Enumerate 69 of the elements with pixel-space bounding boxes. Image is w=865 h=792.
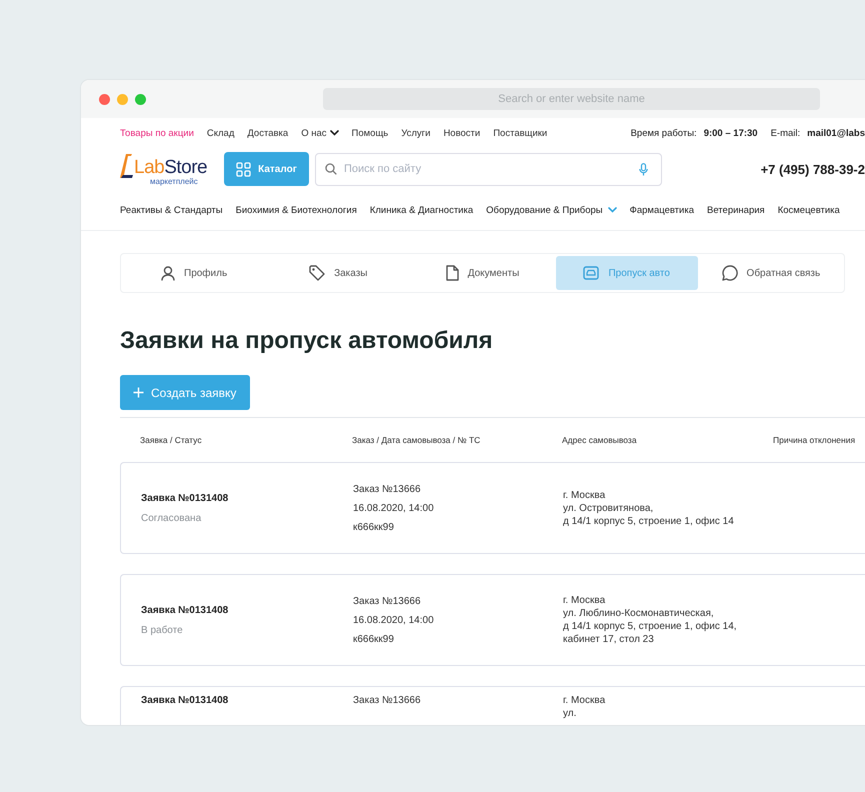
address-line: ул. Люблино-Космонавтическая, — [563, 608, 715, 619]
person-icon — [161, 266, 175, 280]
nav-link[interactable]: Новости — [443, 128, 480, 138]
column-header: Заказ / Дата самовывоза / № ТС — [352, 435, 482, 445]
microphone-icon[interactable] — [639, 162, 648, 176]
nav-link[interactable]: Помощь — [352, 128, 388, 138]
phone-number[interactable]: +7 (495) 788-39-2 — [760, 162, 865, 176]
order-detail: Заказ №13666 — [353, 695, 422, 706]
nav-dropdown[interactable]: О нас — [301, 128, 339, 138]
email-link[interactable]: mail01@labs — [807, 128, 865, 138]
address-line: г. Москва — [563, 695, 606, 706]
chevron-down-icon — [608, 207, 617, 213]
order-detail: к666кк99 — [353, 522, 395, 532]
category-dropdown[interactable]: Оборудование & Приборы — [486, 204, 617, 216]
request-card[interactable]: Заявка №0131408 Согласована Заказ №13666 16.08.2020, 14:00 к666кк99 г. Москва ул. Островитянова, д 14/1 корпус 5, строение 1, офис 14 — [120, 462, 865, 554]
request-number: Заявка №0131408 — [141, 604, 230, 616]
chat-bubble-icon — [722, 265, 738, 281]
column-header: Причина отклонения — [773, 435, 856, 445]
account-tab[interactable]: Заказы — [267, 256, 410, 290]
grid-icon — [236, 162, 252, 176]
car-icon — [583, 266, 600, 280]
category-link[interactable]: Клиника & Диагностика — [370, 204, 474, 216]
maximize-window-dot[interactable] — [135, 94, 146, 104]
search-icon — [325, 163, 337, 175]
column-header: Заявка / Статус — [140, 435, 203, 445]
nav-link[interactable]: Склад — [206, 128, 234, 138]
address-line: д 14/1 корпус 5, строение 1, офис 14, — [563, 621, 738, 632]
nav-link[interactable]: Услуги — [401, 128, 430, 138]
account-tab[interactable]: Обратная связь — [700, 256, 842, 290]
category-link[interactable]: Космецевтика — [778, 204, 840, 216]
request-card[interactable]: Заявка №0131408 Заказ №13666 г. Москва ул. — [120, 686, 865, 725]
column-header: Адрес самовывоза — [562, 435, 638, 445]
document-icon — [446, 265, 459, 281]
address-line: ул. Островитянова, — [563, 502, 654, 514]
address-line: г. Москва — [563, 490, 606, 500]
category-link[interactable]: Фармацевтика — [630, 204, 694, 216]
request-status: Согласована — [141, 512, 202, 524]
order-detail: к666кк99 — [353, 634, 395, 644]
account-tab[interactable]: Документы — [411, 256, 554, 290]
tag-icon — [309, 265, 326, 281]
address-line: ул. — [563, 708, 578, 719]
order-detail: Заказ №13666 — [353, 484, 422, 494]
email-label: E-mail: — [770, 128, 800, 138]
logo[interactable]: LabStore маркетплейс — [120, 152, 224, 186]
plus-icon — [133, 387, 144, 398]
hours-label: Время работы: — [630, 128, 697, 138]
nav-link[interactable]: Поставщики — [493, 128, 548, 138]
page-title: Заявки на пропуск автомобиля — [120, 327, 494, 356]
category-link[interactable]: Ветеринария — [707, 204, 765, 216]
order-detail: 16.08.2020, 14:00 — [353, 614, 435, 626]
nav-link[interactable]: Доставка — [247, 128, 288, 138]
address-line: д 14/1 корпус 5, строение 1, офис 14 — [563, 516, 735, 526]
category-link[interactable]: Биохимия & Биотехнология — [236, 204, 357, 216]
close-window-dot[interactable] — [99, 94, 110, 104]
request-status: В работе — [141, 624, 184, 636]
address-line: кабинет 17, стол 23 — [563, 634, 655, 645]
search-field[interactable]: Поиск по сайту — [315, 152, 662, 186]
order-detail: Заказ №13666 — [353, 596, 422, 606]
minimize-window-dot[interactable] — [117, 94, 128, 104]
order-detail: 16.08.2020, 14:00 — [353, 502, 435, 514]
request-number: Заявка №0131408 — [141, 492, 230, 504]
request-number: Заявка №0131408 — [141, 695, 230, 706]
hours-text: 9:00 – 17:30 — [704, 128, 758, 138]
chevron-down-icon — [330, 130, 339, 136]
account-tab[interactable]: Профиль — [123, 256, 266, 290]
promo-link[interactable]: Товары по акции — [120, 128, 194, 138]
request-card[interactable]: Заявка №0131408 В работе Заказ №13666 16.08.2020, 14:00 к666кк99 г. Москва ул. Люблино-Космонавтическая, д 14/1 корпус 5, строение 1, офис 14, кабинет 17, стол 23 — [120, 574, 865, 666]
address-line: г. Москва — [563, 595, 606, 606]
category-link[interactable]: Реактивы & Стандарты — [120, 204, 223, 216]
